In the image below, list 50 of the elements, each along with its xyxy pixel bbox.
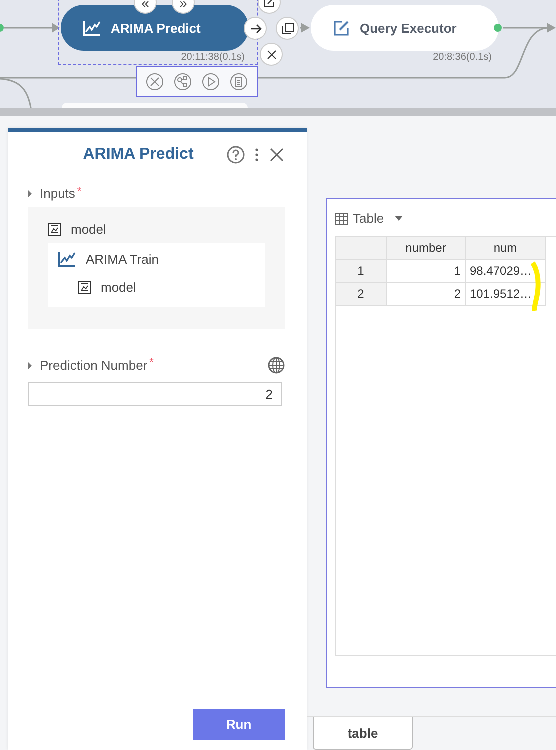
close-button[interactable]	[269, 147, 285, 163]
globe-icon[interactable]	[268, 357, 285, 374]
arrow-right-icon	[250, 24, 262, 34]
help-button[interactable]	[227, 146, 245, 164]
table-cell: 1	[387, 260, 466, 283]
source-name: ARIMA Train	[86, 252, 159, 266]
column-header[interactable]: num	[466, 237, 546, 260]
flow-node[interactable]	[62, 103, 248, 108]
caret-icon	[395, 216, 404, 221]
model-icon	[48, 222, 61, 236]
column-header[interactable]: number	[387, 237, 466, 260]
run-button[interactable]: Run	[193, 709, 285, 740]
number-field[interactable]: 2	[28, 382, 282, 406]
port-dot	[494, 24, 502, 32]
copy-icon	[282, 22, 294, 34]
expand-icon[interactable]	[28, 190, 32, 198]
run-time: 20:11:38(0.1s)	[181, 52, 245, 63]
port-name: model	[101, 280, 136, 294]
row-number: 1	[336, 260, 387, 283]
clipboard-button[interactable]	[230, 72, 248, 90]
expand-icon[interactable]	[28, 362, 32, 370]
copy-button[interactable]	[276, 17, 299, 40]
model-icon	[78, 280, 91, 294]
flow-node[interactable]: Query Executor	[311, 5, 499, 51]
cancel-button[interactable]	[146, 72, 164, 90]
port-name: model	[71, 222, 106, 236]
branch-button[interactable]	[174, 72, 192, 90]
highlight-mark	[530, 261, 542, 313]
more-button[interactable]	[253, 147, 261, 163]
required-mark: *	[150, 357, 154, 369]
table-cell: 2	[387, 283, 466, 306]
edit-icon	[333, 20, 350, 36]
arrow-button[interactable]	[244, 17, 267, 40]
row-number: 2	[336, 283, 387, 306]
edit-icon	[264, 0, 275, 8]
required-mark: *	[77, 186, 82, 198]
play-button[interactable]	[202, 72, 220, 90]
line-chart-icon	[58, 251, 76, 267]
line-chart-icon	[83, 20, 101, 36]
view-dropdown[interactable]: Table	[335, 211, 404, 226]
run-time: 20:8:36(0.1s)	[433, 52, 492, 63]
table-cell: 98.47029…	[466, 260, 546, 283]
section-label: Inputs	[40, 186, 76, 201]
close-icon	[266, 50, 276, 60]
panel-title: ARIMA Predict	[82, 146, 195, 164]
table-cell: 101.9512…	[466, 283, 546, 306]
scrollbar[interactable]	[0, 108, 556, 116]
table-icon	[335, 212, 348, 224]
field-label: Prediction Number	[40, 358, 148, 373]
bottom-tab[interactable]: table	[313, 717, 413, 750]
